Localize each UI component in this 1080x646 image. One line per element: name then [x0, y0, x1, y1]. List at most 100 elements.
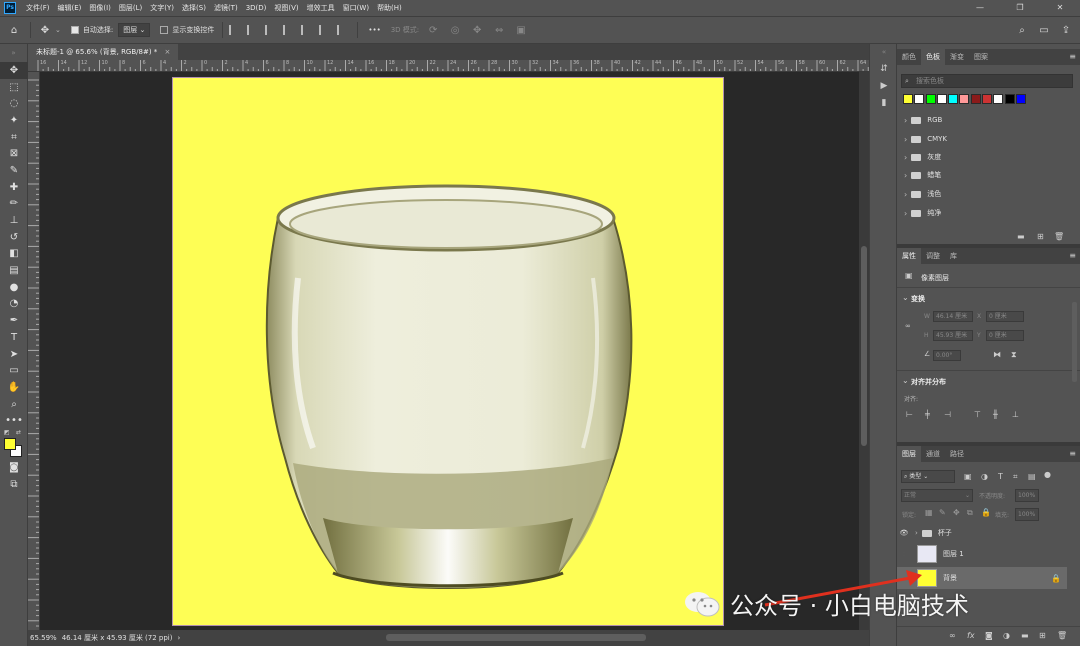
opacity-field[interactable]: 100%	[1015, 489, 1039, 502]
menu-type[interactable]: 文字(Y)	[146, 3, 178, 13]
path-selection-tool-icon[interactable]: ➤	[0, 346, 28, 363]
layer-row-group[interactable]: 👁 › 杯子	[897, 522, 1067, 544]
filter-adjustment-icon[interactable]: ◑	[981, 472, 988, 481]
align-top-edges-icon[interactable]: ⊤	[974, 410, 981, 419]
menu-layer[interactable]: 图层(L)	[115, 3, 146, 13]
flip-vertical-icon[interactable]: ⧗	[1011, 350, 1017, 360]
menu-file[interactable]: 文件(F)	[22, 3, 54, 13]
swatch[interactable]	[948, 94, 959, 104]
color-picker[interactable]: ◩ ⇄	[0, 429, 27, 459]
marquee-tool-icon[interactable]: ⬚	[0, 79, 28, 96]
swatch-search-input[interactable]: ⌕ 搜索色板	[901, 74, 1073, 88]
horizontal-scrollbar-thumb[interactable]	[386, 634, 646, 641]
default-colors-icon[interactable]: ◩	[4, 429, 10, 436]
lock-position-icon[interactable]: ✥	[953, 508, 960, 517]
menu-image[interactable]: 图像(I)	[85, 3, 115, 13]
toolbar-collapse-icon[interactable]: »	[0, 44, 27, 62]
3d-slide-icon[interactable]: ⇔	[491, 22, 507, 38]
swatch-group-rgb[interactable]: › RGB	[897, 111, 1069, 129]
filter-pixel-icon[interactable]: ▣	[964, 472, 972, 481]
3d-orbit-icon[interactable]: ⟳	[425, 22, 441, 38]
workspace-icon[interactable]: ▭	[1036, 22, 1052, 38]
swatch[interactable]	[959, 94, 970, 104]
menu-3d[interactable]: 3D(D)	[242, 4, 271, 12]
swap-colors-icon[interactable]: ⇄	[16, 429, 21, 436]
align-bottom-edges-icon[interactable]: ⊥	[1012, 410, 1019, 419]
document-canvas[interactable]	[172, 77, 724, 626]
screen-mode-icon[interactable]: ⧉	[0, 476, 28, 493]
chevron-right-icon[interactable]: ›	[915, 529, 918, 537]
blur-tool-icon[interactable]: ●	[0, 279, 28, 296]
status-menu-arrow[interactable]: ›	[177, 634, 180, 642]
crop-tool-icon[interactable]: ⌗	[0, 129, 28, 146]
frame-tool-icon[interactable]: ⊠	[0, 145, 28, 162]
tab-color[interactable]: 颜色	[897, 49, 921, 65]
layer-style-icon[interactable]: fx	[967, 631, 975, 640]
lock-transparent-icon[interactable]: ▦	[925, 508, 933, 517]
vertical-ruler[interactable]	[28, 72, 40, 630]
swatch-group-pure[interactable]: › 纯净	[897, 204, 1069, 222]
x-field[interactable]: 0 厘米	[986, 311, 1024, 322]
swatch-group-pastel[interactable]: › 蜡笔	[897, 166, 1069, 184]
fill-field[interactable]: 100%	[1015, 508, 1039, 521]
align-top-icon[interactable]	[283, 25, 295, 35]
layer-filter-dropdown[interactable]: ⌕ 类型 ⌄	[901, 470, 955, 483]
history-brush-tool-icon[interactable]: ↺	[0, 229, 28, 246]
quick-mask-icon[interactable]: ◙	[0, 459, 28, 476]
align-bottom-icon[interactable]	[319, 25, 331, 35]
filter-shape-icon[interactable]: ⌗	[1013, 472, 1018, 482]
clone-stamp-tool-icon[interactable]: ⊥	[0, 212, 28, 229]
eye-hidden-icon[interactable]: ▫	[897, 550, 911, 558]
zoom-tool-icon[interactable]: ⌕	[0, 396, 28, 413]
brush-tool-icon[interactable]: ✏	[0, 196, 28, 213]
auto-select-checkbox[interactable]	[70, 26, 79, 34]
delete-icon[interactable]: 🗑	[1057, 631, 1067, 640]
gradient-tool-icon[interactable]: ▤	[0, 262, 28, 279]
pen-tool-icon[interactable]: ✒	[0, 312, 28, 329]
align-left-edges-icon[interactable]: ⊢	[906, 410, 913, 419]
panel-menu-icon[interactable]: ≡	[1069, 49, 1076, 65]
edit-toolbar-icon[interactable]: •••	[0, 412, 28, 429]
share-icon[interactable]: ⇪	[1058, 22, 1074, 38]
swatch-group-cmyk[interactable]: › CMYK	[897, 130, 1069, 148]
angle-field[interactable]: 0.00°	[933, 350, 961, 361]
type-tool-icon[interactable]: T	[0, 329, 28, 346]
align-center-icon[interactable]	[247, 25, 259, 35]
y-field[interactable]: 0 厘米	[986, 330, 1024, 341]
chevron-down-icon[interactable]: ⌄	[902, 293, 909, 302]
filter-type-icon[interactable]: T	[998, 472, 1003, 481]
3d-scale-icon[interactable]: ▣	[513, 22, 529, 38]
actions-panel-icon[interactable]: ▶	[870, 78, 898, 95]
new-group-icon[interactable]: ▬	[1017, 232, 1025, 241]
swatch[interactable]	[970, 94, 981, 104]
lock-image-icon[interactable]: ✎	[939, 508, 946, 517]
lock-icon[interactable]: 🔒	[1051, 574, 1061, 583]
lock-artboard-icon[interactable]: ⧉	[967, 508, 973, 518]
flip-horizontal-icon[interactable]: ⧓	[993, 350, 1001, 359]
menu-filter[interactable]: 滤镜(T)	[210, 3, 242, 13]
link-layers-icon[interactable]: ∞	[949, 631, 956, 640]
tab-swatches[interactable]: 色板	[921, 49, 945, 65]
swatch[interactable]	[982, 94, 993, 104]
properties-scrollbar[interactable]	[1072, 302, 1077, 382]
chevron-down-icon[interactable]: ⌄	[902, 376, 909, 385]
new-swatch-icon[interactable]: ⊞	[1037, 232, 1044, 241]
align-left-icon[interactable]	[229, 25, 241, 35]
dodge-tool-icon[interactable]: ◔	[0, 296, 28, 313]
lock-all-icon[interactable]: 🔒	[981, 508, 991, 517]
filter-toggle-icon[interactable]: ●	[1044, 470, 1051, 479]
distribute-icon[interactable]	[337, 25, 349, 35]
document-tab[interactable]: 未标题-1 @ 65.6% (背景, RGB/8#) * ×	[28, 44, 179, 60]
swatch[interactable]	[903, 94, 913, 104]
magic-wand-tool-icon[interactable]: ✦	[0, 112, 28, 129]
menu-view[interactable]: 视图(V)	[270, 3, 302, 13]
minimize-icon[interactable]: —	[960, 0, 1000, 16]
menu-help[interactable]: 帮助(H)	[373, 3, 406, 13]
3d-pan-icon[interactable]: ✥	[469, 22, 485, 38]
foreground-color-swatch[interactable]	[4, 438, 16, 451]
tab-libraries[interactable]: 库	[945, 248, 962, 264]
tab-paths[interactable]: 路径	[945, 446, 969, 462]
menu-window[interactable]: 窗口(W)	[339, 3, 373, 13]
horizontal-ruler[interactable]: 16 14 12 10 8 6 4 2 0 2 4 6 8 10 12 14 16 18 20 22 24 26 28 30 3…	[28, 60, 869, 72]
rectangle-tool-icon[interactable]: ▭	[0, 362, 28, 379]
